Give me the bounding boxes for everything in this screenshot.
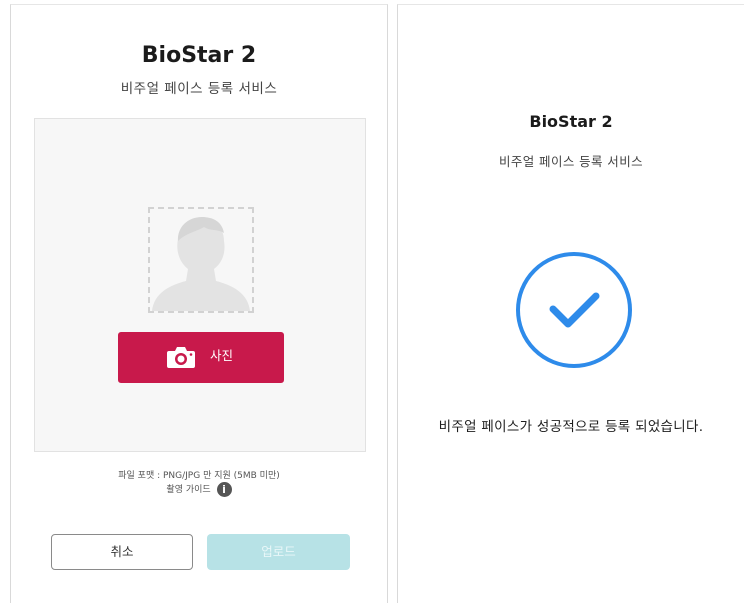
success-message: 비주얼 페이스가 성공적으로 등록 되었습니다. — [438, 419, 704, 435]
upload-button[interactable]: 업로드 — [207, 534, 350, 570]
person-silhouette-icon — [152, 217, 250, 311]
shooting-guide[interactable]: 촬영 가이드 i — [11, 482, 387, 497]
service-subtitle: 비주얼 페이스 등록 서비스 — [120, 81, 278, 97]
photo-placeholder — [148, 207, 254, 313]
success-panel: BioStar 2 비주얼 페이스 등록 서비스 비주얼 페이스가 성공적으로 … — [397, 4, 744, 603]
brand-title: BioStar 2 — [141, 43, 257, 68]
cancel-button[interactable]: 취소 — [51, 534, 193, 570]
file-format-note: 파일 포맷 : PNG/JPG 만 지원 (5MB 미만) — [118, 471, 280, 481]
check-circle-icon — [516, 252, 632, 368]
upload-panel: BioStar 2 비주얼 페이스 등록 서비스 사진 파일 포맷 : PNG/… — [10, 4, 388, 603]
guide-label: 촬영 가이드 — [166, 485, 211, 495]
service-subtitle: 비주얼 페이스 등록 서비스 — [498, 154, 644, 169]
brand-title: BioStar 2 — [529, 112, 613, 131]
photo-button-label: 사진 — [210, 348, 234, 363]
photo-area: 사진 — [34, 118, 366, 452]
info-icon[interactable]: i — [216, 482, 232, 497]
take-photo-button[interactable]: 사진 — [118, 332, 284, 383]
camera-icon — [167, 347, 195, 368]
